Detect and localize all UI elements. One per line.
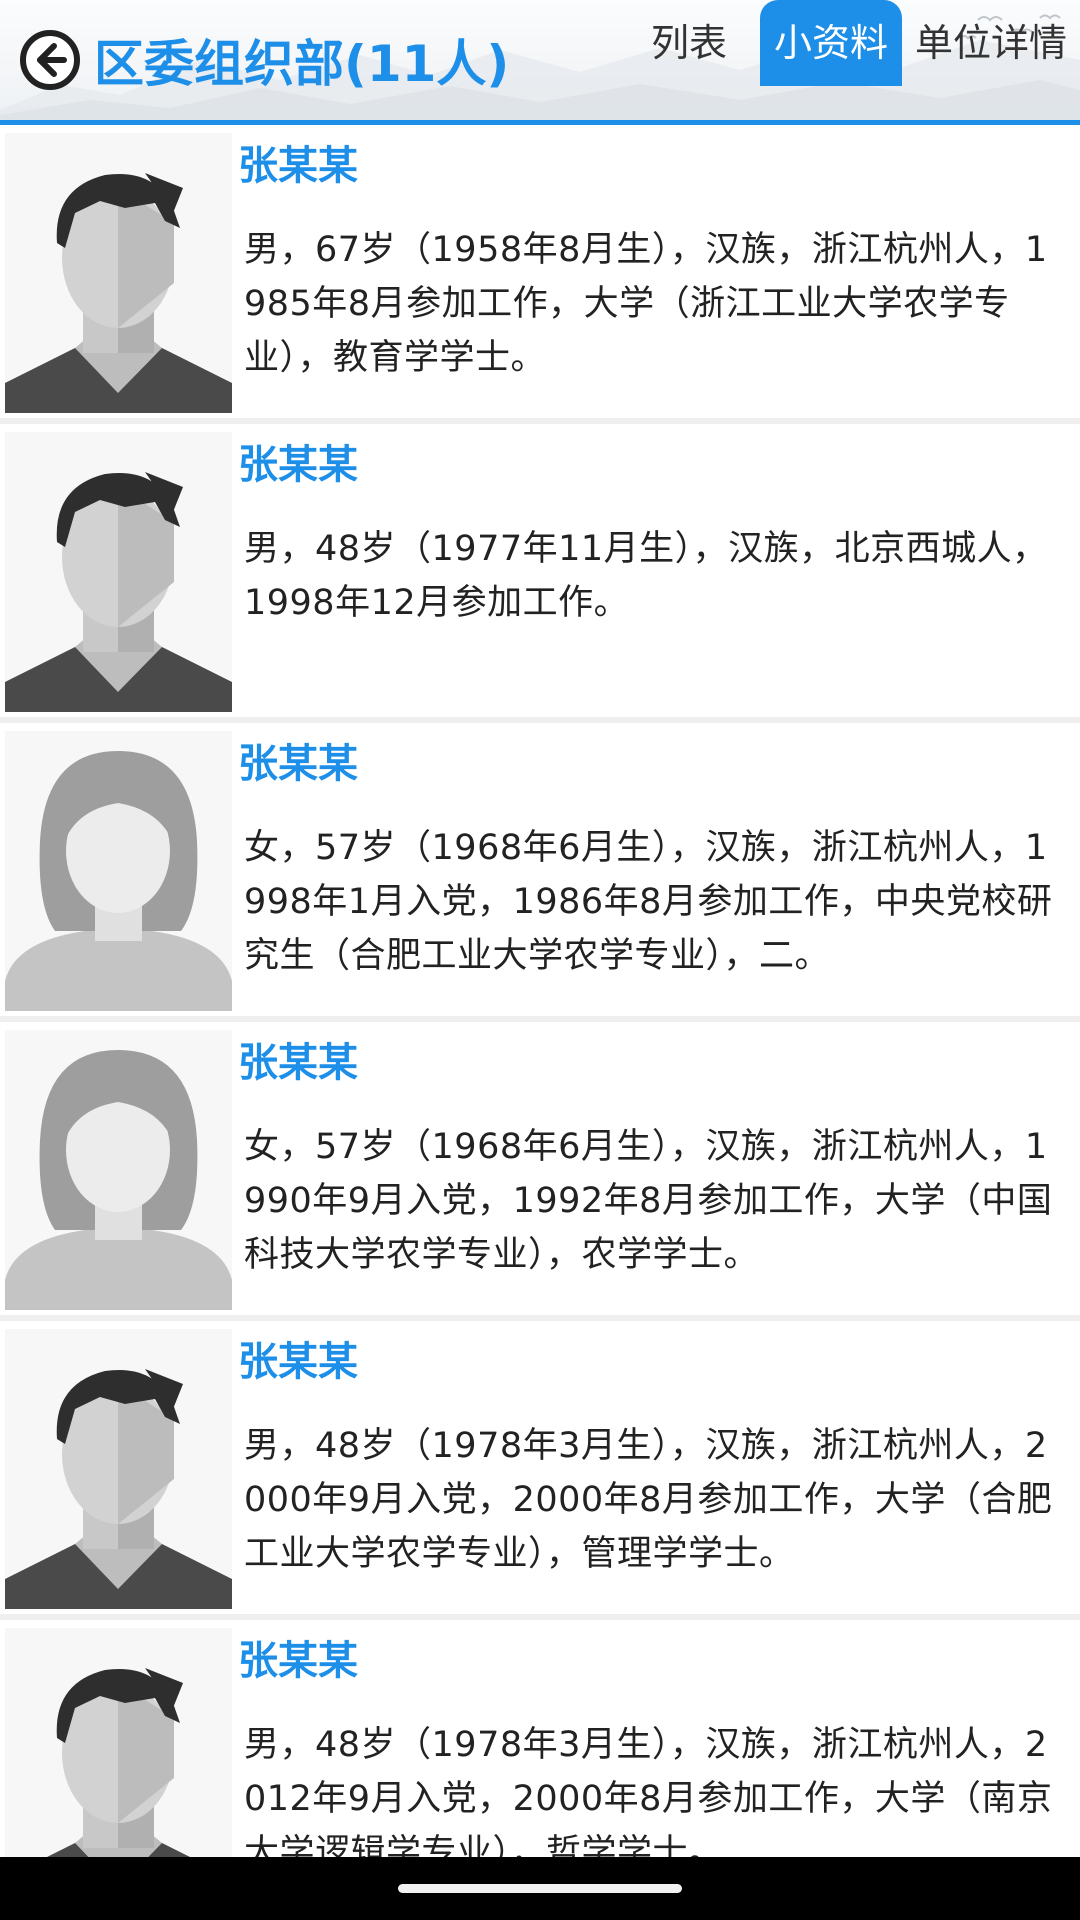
person-bio: 女，57岁（1968年6月生），汉族，浙江杭州人，1998年1月入党，1986年…	[244, 828, 1053, 976]
female-avatar-icon	[5, 731, 232, 1011]
page-title: 区委组织部(11人)	[94, 35, 510, 93]
female-avatar-icon	[5, 1030, 232, 1310]
male-avatar-icon	[5, 432, 232, 712]
header-bar: 区委组织部(11人) 列表 小资料 单位详情	[0, 0, 1080, 120]
male-avatar-icon	[5, 133, 232, 413]
list-item[interactable]: 张某某 女，57岁（1968年6月生），汉族，浙江杭州人，1990年9月入党，1…	[0, 1022, 1080, 1315]
person-name[interactable]: 张某某	[238, 739, 358, 789]
person-name[interactable]: 张某某	[238, 1636, 358, 1686]
person-bio: 女，57岁（1968年6月生），汉族，浙江杭州人，1990年9月入党，1992年…	[244, 1127, 1053, 1275]
app-screen: 区委组织部(11人) 列表 小资料 单位详情 张某某 男，67岁（1958年8月…	[0, 0, 1080, 1920]
list-item[interactable]: 张某某 男，67岁（1958年8月生），汉族，浙江杭州人，1985年8月参加工作…	[0, 125, 1080, 418]
person-bio: 男，67岁（1958年8月生），汉族，浙江杭州人，1985年8月参加工作，大学（…	[244, 230, 1048, 378]
person-bio: 男，48岁（1978年3月生），汉族，浙江杭州人，2000年9月入党，2000年…	[244, 1426, 1053, 1574]
male-avatar-icon	[5, 1628, 232, 1857]
back-arrow-circle-icon	[20, 30, 80, 90]
tab-list[interactable]: 列表	[618, 0, 760, 86]
list-item[interactable]: 张某某 男，48岁（1977年11月生），汉族，北京西城人，1998年12月参加…	[0, 424, 1080, 717]
back-button[interactable]	[18, 28, 82, 92]
person-name[interactable]: 张某某	[238, 1337, 358, 1387]
list-item[interactable]: 张某某 女，57岁（1968年6月生），汉族，浙江杭州人，1998年1月入党，1…	[0, 723, 1080, 1016]
person-bio: 男，48岁（1978年3月生），汉族，浙江杭州人，2012年9月入党，2000年…	[244, 1725, 1053, 1857]
male-avatar-icon	[5, 1329, 232, 1609]
person-bio: 男，48岁（1977年11月生），汉族，北京西城人，1998年12月参加工作。	[244, 529, 1048, 623]
person-name[interactable]: 张某某	[238, 440, 358, 490]
tab-profile-active[interactable]: 小资料	[760, 0, 902, 86]
list-item[interactable]: 张某某 男，48岁（1978年3月生），汉族，浙江杭州人，2000年9月入党，2…	[0, 1321, 1080, 1614]
home-indicator-handle[interactable]	[398, 1884, 682, 1893]
people-list[interactable]: 张某某 男，67岁（1958年8月生），汉族，浙江杭州人，1985年8月参加工作…	[0, 125, 1080, 1857]
tab-unit-details[interactable]: 单位详情	[902, 0, 1080, 86]
person-name[interactable]: 张某某	[238, 1038, 358, 1088]
person-name[interactable]: 张某某	[238, 141, 358, 191]
list-item[interactable]: 张某某 男，48岁（1978年3月生），汉族，浙江杭州人，2012年9月入党，2…	[0, 1620, 1080, 1857]
system-navigation-bar	[0, 1857, 1080, 1920]
